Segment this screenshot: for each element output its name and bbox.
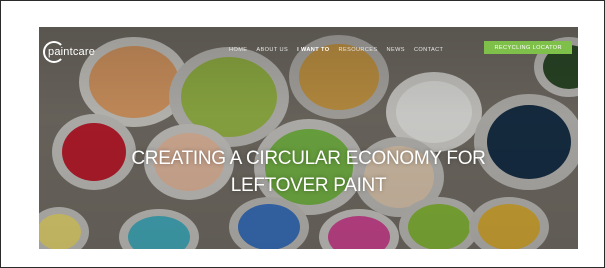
hero-banner: paintcare HOME ABOUT US I WANT TO RESOUR… <box>39 27 578 249</box>
hero-overlay <box>39 27 578 249</box>
nav-home[interactable]: HOME <box>229 47 247 53</box>
nav-about-us[interactable]: ABOUT US <box>256 47 288 53</box>
main-nav: HOME ABOUT US I WANT TO RESOURCES NEWS C… <box>229 42 452 58</box>
nav-resources[interactable]: RESOURCES <box>339 47 378 53</box>
nav-contact[interactable]: CONTACT <box>414 47 443 53</box>
hero-headline-line-2: LEFTOVER PAINT <box>230 175 387 196</box>
page-frame: paintcare HOME ABOUT US I WANT TO RESOUR… <box>0 0 605 268</box>
logo-text: paintcare <box>48 46 96 58</box>
hero-headline-line-1: CREATING A CIRCULAR ECONOMY FOR <box>131 148 486 169</box>
nav-news[interactable]: NEWS <box>387 47 405 53</box>
brand-logo[interactable]: paintcare <box>43 39 95 65</box>
recycling-locator-button[interactable]: RECYCLING LOCATOR <box>484 41 572 54</box>
nav-i-want-to[interactable]: I WANT TO <box>297 47 329 53</box>
